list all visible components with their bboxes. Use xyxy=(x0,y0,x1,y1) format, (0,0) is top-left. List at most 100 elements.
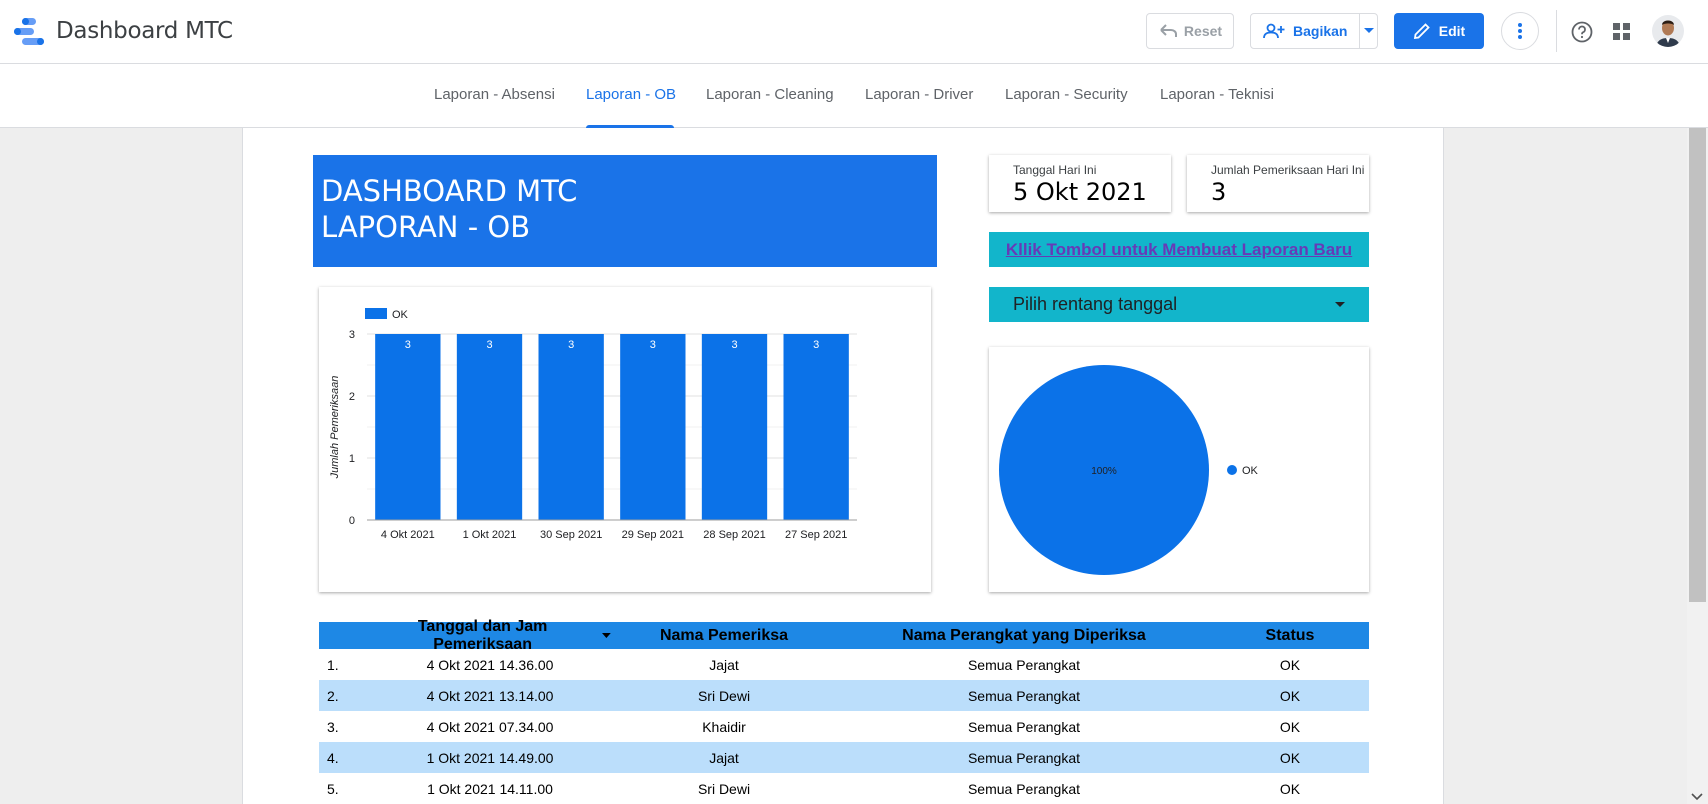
toolbar-divider xyxy=(1556,10,1557,52)
undo-icon xyxy=(1160,24,1177,37)
header-status[interactable]: Status xyxy=(1211,627,1369,645)
tab-security[interactable]: Laporan - Security xyxy=(1005,86,1128,103)
header-inspector[interactable]: Nama Pemeriksa xyxy=(611,627,837,645)
more-options-button[interactable] xyxy=(1501,12,1539,50)
y-tick-label: 1 xyxy=(349,453,355,465)
tab-teknisi[interactable]: Laporan - Teknisi xyxy=(1160,86,1274,103)
banner-subtitle: LAPORAN - OB xyxy=(321,210,531,244)
cell-status: OK xyxy=(1279,656,1301,673)
row-index: 4. xyxy=(327,749,339,766)
banner-title: DASHBOARD MTC xyxy=(321,174,578,208)
legend-swatch xyxy=(365,308,387,319)
user-avatar[interactable] xyxy=(1652,15,1684,47)
cell-status: OK xyxy=(1279,780,1301,797)
cell-device: Semua Perangkat xyxy=(967,718,1081,735)
bar-chart: OK 0 1 2 3 Jumlah Pemeriksaan 3 4 Okt 2021 3 1 Ok… xyxy=(329,308,857,541)
new-report-link-text[interactable]: Kllik Tombol untuk Membuat Laporan Baru xyxy=(1006,240,1352,260)
cell-inspector: Sri Dewi xyxy=(697,687,751,704)
cell-device: Semua Perangkat xyxy=(967,749,1081,766)
share-button[interactable]: Bagikan xyxy=(1250,13,1378,49)
x-tick-label: 27 Sep 2021 xyxy=(785,529,847,541)
scorecard-label: Tanggal Hari Ini xyxy=(1013,163,1097,177)
share-dropdown-button[interactable] xyxy=(1359,14,1377,48)
cell-inspector: Jajat xyxy=(709,656,739,673)
caret-down-icon xyxy=(1335,301,1345,307)
y-axis-label: Jumlah Pemeriksaan xyxy=(329,376,341,480)
page-scrollbar[interactable] xyxy=(1687,128,1708,804)
cell-datetime: 4 Okt 2021 07.34.00 xyxy=(426,718,554,735)
bar xyxy=(456,334,523,520)
scroll-down-icon[interactable] xyxy=(1691,792,1703,802)
bar-data-label: 3 xyxy=(731,339,737,351)
bar-data-label: 3 xyxy=(405,339,411,351)
pie-chart: 100% OK xyxy=(999,365,1259,575)
cell-status: OK xyxy=(1279,718,1301,735)
sort-desc-icon[interactable] xyxy=(602,633,611,638)
cell-device: Semua Perangkat xyxy=(967,687,1081,704)
cell-device: Semua Perangkat xyxy=(967,656,1081,673)
report-title[interactable]: Dashboard MTC xyxy=(56,18,233,44)
report-canvas: DASHBOARD MTC LAPORAN - OB Tanggal Hari … xyxy=(242,128,1444,804)
inspection-table: Tanggal dan Jam Pemeriksaan Nama Pemerik… xyxy=(319,618,1369,804)
cell-datetime: 1 Okt 2021 14.49.00 xyxy=(426,749,554,766)
date-range-picker[interactable]: Pilih rentang tanggal xyxy=(989,287,1369,322)
looker-studio-logo-icon[interactable] xyxy=(14,18,44,46)
legend-label: OK xyxy=(1242,465,1259,477)
cell-status: OK xyxy=(1279,687,1301,704)
x-tick-label: 28 Sep 2021 xyxy=(703,529,765,541)
cell-device: Semua Perangkat xyxy=(967,780,1081,797)
reset-button[interactable]: Reset xyxy=(1146,13,1234,49)
tab-absensi[interactable]: Laporan - Absensi xyxy=(434,86,555,103)
table-row: 2. 4 Okt 2021 13.14.00 Sri Dewi Semua Pe… xyxy=(319,680,1369,711)
y-tick-label: 3 xyxy=(349,329,355,341)
legend-label: OK xyxy=(392,309,409,321)
header-device[interactable]: Nama Perangkat yang Diperiksa xyxy=(837,627,1211,645)
scorecard-label: Jumlah Pemeriksaan Hari Ini xyxy=(1211,163,1365,177)
tab-driver[interactable]: Laporan - Driver xyxy=(865,86,973,103)
person-add-icon xyxy=(1263,23,1285,39)
tab-ob[interactable]: Laporan - OB xyxy=(586,86,676,103)
apps-grid-icon[interactable] xyxy=(1613,23,1631,41)
header-datetime[interactable]: Tanggal dan Jam Pemeriksaan xyxy=(369,618,611,654)
scorecard-value: 3 xyxy=(1211,178,1227,206)
scorecard-value: 5 Okt 2021 xyxy=(1013,178,1147,206)
new-report-link-button[interactable]: Kllik Tombol untuk Membuat Laporan Baru xyxy=(989,232,1369,267)
bar-data-label: 3 xyxy=(568,339,574,351)
scorecard-checks-today[interactable]: Jumlah Pemeriksaan Hari Ini 3 xyxy=(1187,155,1369,212)
bar-chart-card[interactable]: OK 0 1 2 3 Jumlah Pemeriksaan 3 4 Okt 2021 3 1 Ok… xyxy=(319,287,931,592)
legend-swatch xyxy=(1227,465,1237,475)
x-tick-label: 30 Sep 2021 xyxy=(540,529,602,541)
report-header-banner: DASHBOARD MTC LAPORAN - OB xyxy=(313,155,937,267)
row-index: 3. xyxy=(327,718,339,735)
bar-data-label: 3 xyxy=(650,339,656,351)
help-icon[interactable] xyxy=(1571,21,1593,43)
y-tick-label: 0 xyxy=(349,515,355,527)
pie-slice-label: 100% xyxy=(1091,466,1117,477)
row-index: 1. xyxy=(327,656,339,673)
date-range-label: Pilih rentang tanggal xyxy=(1013,294,1178,314)
bar-data-label: 3 xyxy=(486,339,492,351)
tab-cleaning[interactable]: Laporan - Cleaning xyxy=(706,86,834,103)
table-row: 5. 1 Okt 2021 14.11.00 Sri Dewi Semua Pe… xyxy=(319,773,1369,804)
app-bar: Dashboard MTC Reset Bagikan Edit xyxy=(0,0,1708,64)
bar xyxy=(701,334,768,520)
x-tick-label: 1 Okt 2021 xyxy=(463,529,517,541)
cell-inspector: Jajat xyxy=(709,749,739,766)
page-tabs: Laporan - Absensi Laporan - OB Laporan -… xyxy=(0,64,1708,128)
edit-label: Edit xyxy=(1438,23,1466,39)
bar xyxy=(620,334,686,520)
scorecard-today-date[interactable]: Tanggal Hari Ini 5 Okt 2021 xyxy=(989,155,1171,212)
scrollbar-thumb[interactable] xyxy=(1689,128,1706,602)
y-tick-label: 2 xyxy=(349,391,355,403)
table-row: 3. 4 Okt 2021 07.34.00 Khaidir Semua Per… xyxy=(319,711,1369,742)
cell-datetime: 4 Okt 2021 13.14.00 xyxy=(426,687,554,704)
caret-down-icon xyxy=(1363,28,1374,33)
cell-inspector: Sri Dewi xyxy=(697,780,751,797)
row-index: 2. xyxy=(327,687,339,704)
pie-chart-card[interactable]: 100% OK xyxy=(989,347,1369,592)
header-datetime-label: Tanggal dan Jam Pemeriksaan xyxy=(417,617,548,653)
pencil-icon xyxy=(1413,23,1430,40)
bar xyxy=(538,334,604,520)
edit-button[interactable]: Edit xyxy=(1394,13,1484,49)
more-vert-icon xyxy=(1518,23,1522,39)
